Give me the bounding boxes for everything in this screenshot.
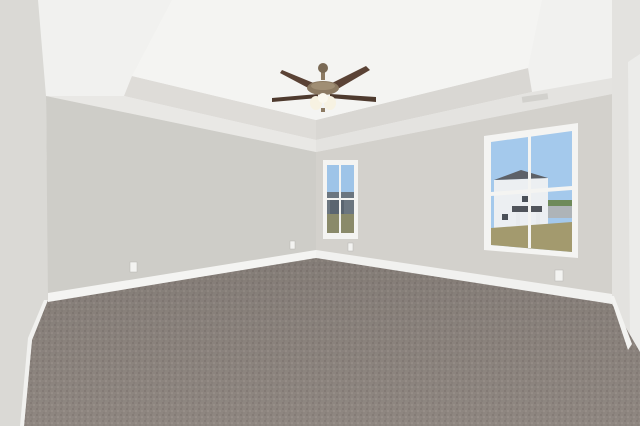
outlet [289,240,296,250]
window-large [484,123,578,258]
window-small [323,160,358,239]
outlet [347,242,354,252]
outlet [554,269,564,282]
room-scene [0,0,640,426]
outlet [129,261,138,273]
